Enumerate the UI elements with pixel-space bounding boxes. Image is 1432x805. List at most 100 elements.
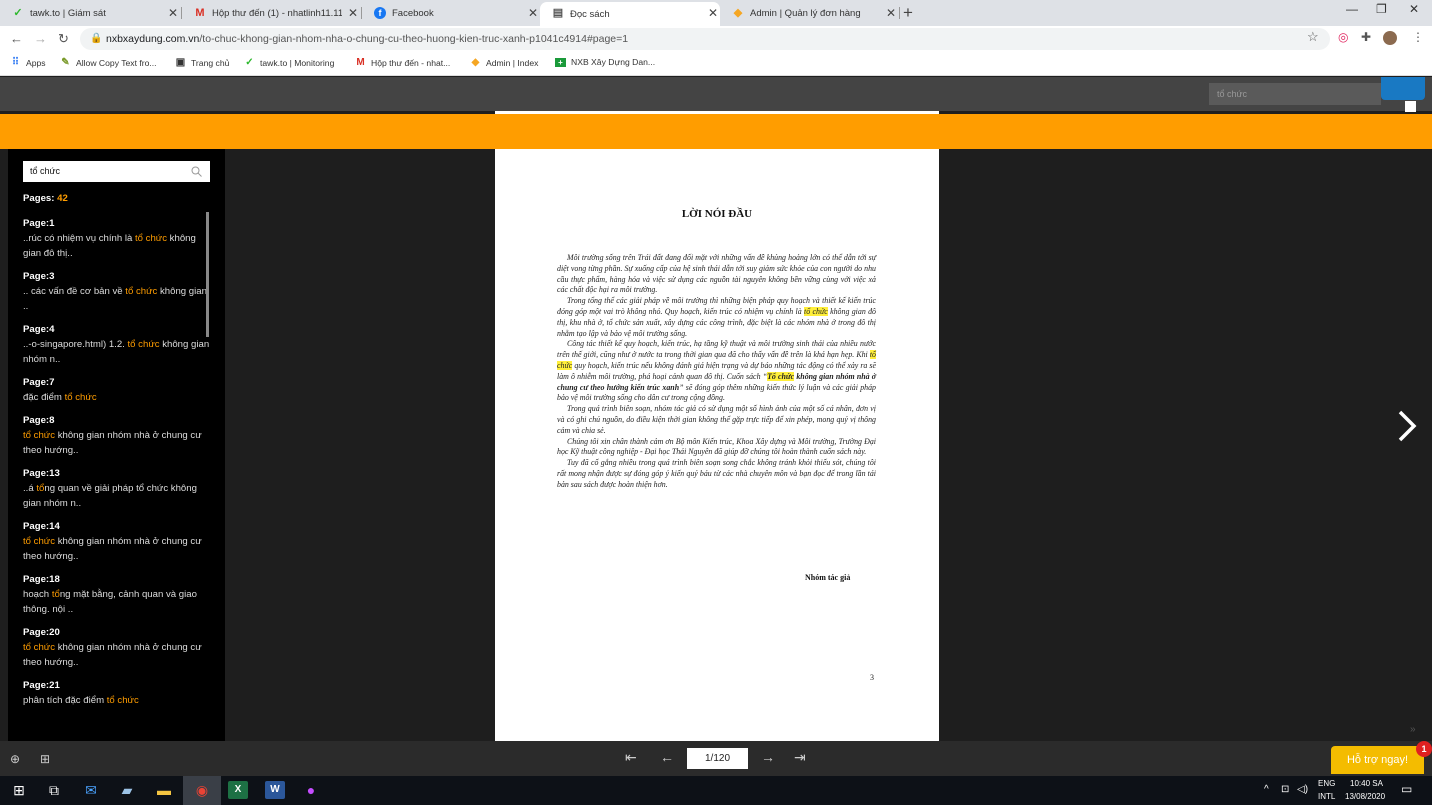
result-page-label: Page:1 — [23, 218, 55, 229]
notes-icon[interactable]: ▰ — [117, 781, 137, 799]
site-search-input[interactable]: tổ chức — [1209, 83, 1381, 105]
result-snippet: hoạch tổng mặt bằng, cảnh quan và giao t… — [23, 589, 197, 615]
input-layout[interactable]: INTL — [1318, 792, 1335, 801]
bookmark-gmail[interactable]: M Hộp thư đến - nhat... — [355, 57, 450, 68]
reload-icon[interactable]: ↻ — [58, 31, 69, 47]
bookmark-nxb[interactable]: + NXB Xây Dựng Dan... — [555, 57, 655, 67]
admin-icon: ◆ — [471, 57, 480, 68]
tab-gmail[interactable]: M Hộp thư đến (1) - nhatlinh11.11 ✕ — [182, 2, 360, 24]
search-result-item[interactable]: Page:13 ..á tổng quan về giải pháp tổ chứ… — [23, 467, 211, 511]
tab-reader[interactable]: ▤ Đọc sách ✕ — [540, 2, 720, 26]
result-page-label: Page:4 — [23, 324, 55, 335]
doc-signature: Nhóm tác giả — [805, 573, 851, 582]
result-snippet: đặc điểm tổ chức — [23, 392, 97, 403]
next-page-icon[interactable]: → — [761, 749, 775, 765]
sidebar-scrollbar[interactable] — [206, 212, 209, 337]
app-drop-icon[interactable]: ● — [301, 781, 321, 799]
close-icon[interactable]: ✕ — [348, 6, 358, 20]
thumbnails-icon[interactable]: ⊞ — [40, 752, 50, 766]
minimize-icon[interactable]: — — [1346, 2, 1358, 16]
notifications-icon[interactable]: ▭ — [1401, 782, 1412, 796]
pages-count: Pages: 42 — [23, 193, 68, 204]
tab-title: tawk.to | Giám sát — [30, 7, 106, 19]
page-number-input[interactable]: 1/120 — [687, 748, 748, 769]
task-view-icon[interactable]: ⧉ — [44, 781, 64, 799]
volume-icon[interactable]: ◁) — [1297, 784, 1308, 795]
search-result-item[interactable]: Page:8 tổ chức không gian nhóm nhà ở chun… — [23, 414, 211, 458]
orange-banner — [0, 114, 1432, 149]
doc-title: LỜI NÓI ĐẦU — [681, 208, 753, 220]
notification-badge: 1 — [1416, 741, 1432, 757]
result-snippet: phân tích đặc điểm tổ chức — [23, 695, 139, 706]
bookmark-star-icon[interactable]: ☆ — [1307, 29, 1319, 45]
sidebar-search-input[interactable]: tổ chức — [23, 161, 210, 182]
reader-icon: ▤ — [552, 7, 564, 19]
tray-chevron-icon[interactable]: ^ — [1264, 784, 1269, 795]
prev-page-icon[interactable]: ← — [660, 749, 674, 765]
clock-date[interactable]: 13/08/2020 — [1345, 792, 1385, 801]
result-page-label: Page:20 — [23, 627, 60, 638]
bookmark-admin[interactable]: ◆ Admin | Index — [470, 57, 539, 68]
chrome-icon[interactable]: ◉ — [192, 781, 212, 799]
next-page-arrow-icon[interactable] — [1394, 408, 1422, 444]
close-icon[interactable]: ✕ — [708, 6, 718, 20]
result-snippet: ..-o-singapore.html) 1.2. tổ chức không … — [23, 339, 210, 365]
doc-paragraph: Công tác thiết kế quy hoạch, kiến trúc, … — [557, 339, 877, 403]
search-result-item[interactable]: Page:3 .. các vấn đề cơ bản về tổ chức kh… — [23, 270, 211, 314]
result-snippet: tổ chức không gian nhóm nhà ở chung cư t… — [23, 642, 202, 668]
tab-facebook[interactable]: f Facebook ✕ — [362, 2, 540, 24]
close-icon[interactable]: ✕ — [168, 6, 178, 20]
site-search-button[interactable] — [1381, 77, 1425, 100]
new-tab-button[interactable]: + — [903, 3, 913, 23]
last-page-icon[interactable]: ⇥ — [794, 749, 806, 766]
bookmark-tawk[interactable]: ✓ tawk.to | Monitoring — [244, 57, 334, 68]
url-host: nxbxaydung.com.vn — [106, 33, 200, 45]
result-page-label: Page:21 — [23, 680, 60, 691]
first-page-icon[interactable]: ⇤ — [625, 749, 637, 766]
extension-icon[interactable]: ◎ — [1338, 30, 1348, 44]
lock-icon: 🔒 — [90, 33, 103, 44]
search-icon[interactable] — [191, 166, 202, 177]
close-icon[interactable]: ✕ — [886, 6, 896, 20]
tab-tawk[interactable]: ✓ tawk.to | Giám sát ✕ — [0, 2, 180, 24]
search-result-item[interactable]: Page:18 hoạch tổng mặt bằng, cảnh quan và… — [23, 573, 211, 617]
search-result-item[interactable]: Page:4 ..-o-singapore.html) 1.2. tổ chức … — [23, 323, 211, 367]
doc-paragraph: Trong tổng thể các giải pháp về môi trườ… — [557, 296, 877, 338]
excel-icon[interactable]: X — [228, 781, 248, 799]
result-page-label: Page:18 — [23, 574, 60, 585]
clock-time[interactable]: 10:40 SA — [1350, 779, 1383, 788]
tab-title: Admin | Quản lý đơn hàng — [750, 7, 861, 19]
profile-avatar[interactable] — [1383, 31, 1397, 45]
close-window-icon[interactable]: ✕ — [1409, 2, 1419, 16]
close-icon[interactable]: ✕ — [528, 6, 538, 20]
tab-title: Đọc sách — [570, 8, 610, 20]
network-icon[interactable]: ⊡ — [1281, 784, 1289, 795]
scroll-handle[interactable] — [1405, 101, 1416, 112]
support-button[interactable]: Hỗ trợ ngay! — [1331, 746, 1424, 774]
tab-admin[interactable]: ◆ Admin | Quản lý đơn hàng ✕ — [720, 2, 898, 24]
search-result-item[interactable]: Page:14 tổ chức không gian nhóm nhà ở chu… — [23, 520, 211, 564]
search-result-item[interactable]: Page:1 ..rúc có nhiệm vụ chính là tổ chức… — [23, 217, 211, 261]
back-icon[interactable]: ← — [10, 31, 23, 46]
forward-icon[interactable]: → — [34, 31, 47, 46]
windows-start-icon[interactable]: ⊞ — [9, 781, 29, 799]
word-icon[interactable]: W — [265, 781, 285, 799]
doc-paragraph: Tuy đã cố gắng nhiều trong quá trình biê… — [557, 458, 876, 489]
zoom-icon[interactable]: ⊕ — [10, 752, 20, 766]
doc-body: Môi trường sống trên Trái đất đang đối m… — [557, 253, 876, 491]
search-result-item[interactable]: Page:21 phân tích đặc điểm tổ chức — [23, 679, 211, 708]
bookmark-home[interactable]: ▣ Trang chủ — [175, 57, 230, 68]
mail-icon[interactable]: ✉ — [81, 781, 101, 799]
extensions-puzzle-icon[interactable]: ✚ — [1361, 30, 1371, 44]
gmail-icon: M — [195, 7, 205, 19]
bookmark-apps[interactable]: ⠿ Apps — [10, 57, 46, 68]
address-bar[interactable]: 🔒 nxbxaydung.com.vn/to-chuc-khong-gian-n… — [80, 28, 1330, 50]
restore-icon[interactable]: ❐ — [1376, 2, 1387, 16]
search-result-item[interactable]: Page:7 đặc điểm tổ chức — [23, 376, 211, 405]
search-result-item[interactable]: Page:20 tổ chức không gian nhóm nhà ở chu… — [23, 626, 211, 670]
bookmark-allow-copy[interactable]: ✎ Allow Copy Text fro... — [60, 57, 156, 68]
book-page: LỜI NÓI ĐẦU Môi trường sống trên Trái đấ… — [495, 111, 939, 741]
menu-kebab-icon[interactable]: ⋮ — [1412, 30, 1424, 44]
input-language[interactable]: ENG — [1318, 779, 1335, 788]
file-explorer-icon[interactable]: ▬ — [154, 781, 174, 799]
